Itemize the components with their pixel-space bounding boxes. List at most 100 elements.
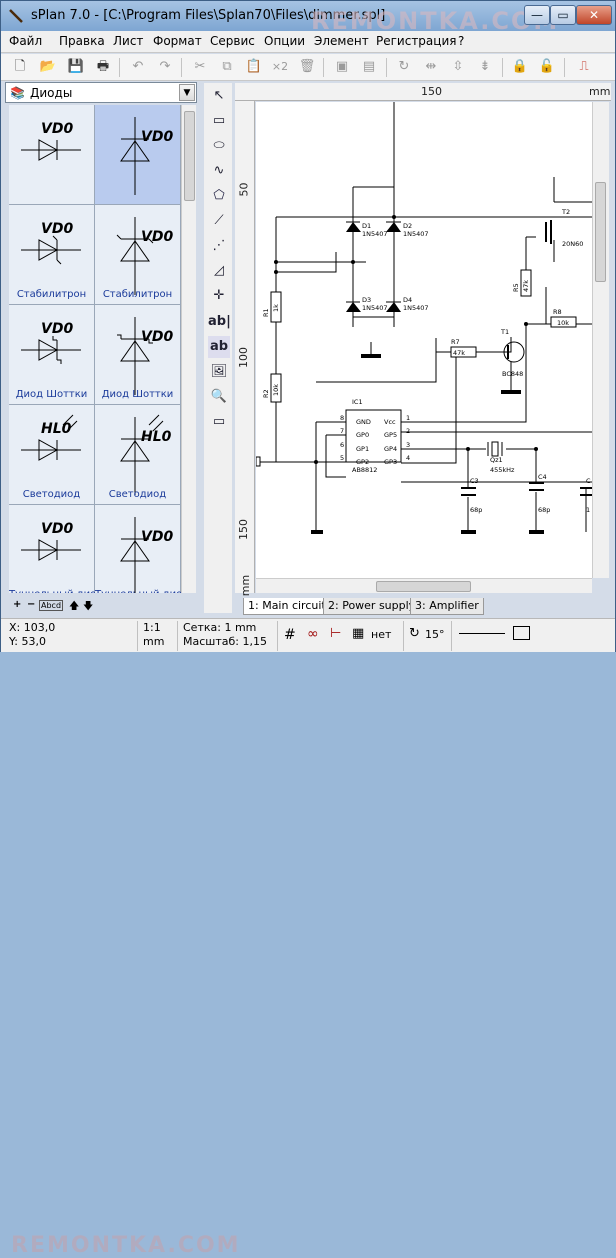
library-item[interactable]: VD0 [9, 105, 95, 205]
net-icon[interactable]: ⎍ [575, 58, 593, 76]
d3-value: 1N5407 [362, 304, 388, 312]
copy-icon[interactable]: ⧉ [218, 58, 236, 76]
library-item[interactable]: VD0 Туннельный диод [9, 505, 103, 593]
paste-icon[interactable]: 📋 [245, 58, 263, 76]
lock-icon[interactable]: 🔒 [511, 58, 529, 76]
canvas-vscrollbar[interactable] [592, 102, 609, 578]
menu-service[interactable]: Сервис [210, 34, 255, 48]
ic-pin-number: 4 [406, 454, 410, 462]
line-style-icon[interactable] [459, 633, 505, 634]
magnet-icon[interactable]: ∞ [307, 626, 319, 642]
move-down-icon[interactable]: 🡇 [83, 599, 93, 616]
duplicate-icon[interactable]: ×2 [271, 58, 289, 76]
grid-icon[interactable]: # [284, 627, 296, 643]
pointer-icon[interactable]: ↖ [208, 85, 230, 107]
library-item[interactable]: HL0 Светодиод [9, 405, 95, 505]
tab-amplifier[interactable]: 3: Amplifier [410, 598, 484, 615]
polyline-icon[interactable]: ⟋ [208, 210, 230, 232]
d4-value: 1N5407 [403, 304, 429, 312]
snap-label[interactable]: нет [371, 628, 391, 641]
library-item-label: Диод Шоттки [101, 389, 174, 400]
ungroup-icon[interactable]: ▤ [360, 58, 378, 76]
print-icon[interactable]: 🖶 [94, 58, 112, 76]
r1-label: R1 [262, 308, 270, 317]
watermark: REMONTKA.COM [11, 1233, 241, 1258]
library-select[interactable]: 📚 Диоды ▼ [5, 82, 197, 103]
redo-icon[interactable]: ↷ [156, 58, 174, 76]
snap-icon[interactable]: ⊢ [330, 626, 341, 641]
zoom-icon[interactable]: 🔍 [208, 386, 230, 408]
d2-label: D2 [403, 222, 412, 230]
minimize-button[interactable]: — [524, 5, 550, 25]
rotate-icon[interactable]: ↻ [395, 58, 413, 76]
image-icon[interactable]: 🖼 [208, 361, 230, 383]
fill-style-icon[interactable] [513, 626, 530, 640]
library-item-label: Светодиод [22, 489, 81, 500]
menu-element[interactable]: Элемент [314, 34, 369, 48]
c5-label: C [586, 477, 591, 485]
menu-options[interactable]: Опции [264, 34, 305, 48]
line-icon[interactable]: ⋰ [208, 235, 230, 257]
textbox-icon[interactable]: ab [208, 336, 230, 358]
ellipse-icon[interactable]: ⬭ [208, 135, 230, 157]
mirror-v-icon[interactable]: ⇳ [449, 58, 467, 76]
rename-icon[interactable]: Abcd [39, 600, 64, 611]
polygon-icon[interactable]: ⬠ [208, 185, 230, 207]
align-icon[interactable]: ⇟ [476, 58, 494, 76]
schematic-canvas[interactable]: D1 1N5407 D2 1N5407 D3 1N5407 D4 1N5407 … [256, 102, 592, 578]
canvas-hscrollbar[interactable] [256, 578, 592, 593]
bezier-icon[interactable]: ∿ [208, 160, 230, 182]
ic-pin-number: 6 [340, 441, 344, 449]
ruler-icon[interactable]: ▭ [208, 411, 230, 433]
menu-sheet[interactable]: Лист [113, 34, 143, 48]
t2-label: T2 [561, 208, 570, 216]
snap-grid-icon[interactable]: ▦ [352, 626, 364, 641]
remove-icon[interactable]: − [27, 599, 35, 610]
library-selected: Диоды [30, 86, 73, 100]
cut-icon[interactable]: ✂ [191, 58, 209, 76]
library-item[interactable]: VD0 [95, 105, 181, 205]
mirror-h-icon[interactable]: ⇹ [422, 58, 440, 76]
ic-pin-number: 7 [340, 427, 344, 435]
delete-icon[interactable]: 🗑 [298, 58, 316, 76]
symbol-text: HL0 [41, 421, 72, 437]
library-item[interactable]: HL0 Светодиод [95, 405, 181, 505]
sheet-tabs: 1: Main circuit 2: Power supply 3: Ampli… [235, 598, 611, 616]
rectangle-icon[interactable]: ▭ [208, 110, 230, 132]
close-button[interactable]: ✕ [576, 5, 612, 25]
library-item[interactable]: VD0 Стабилитрон [95, 205, 181, 305]
library-item[interactable]: VD0 Туннельный диод [95, 505, 181, 593]
new-file-icon[interactable]: 🗋 [11, 58, 29, 76]
undo-icon[interactable]: ↶ [129, 58, 147, 76]
ruler-left: 50 100 150 mm [235, 101, 255, 596]
coord-x: X: 103,0 [9, 621, 56, 634]
angle-icon[interactable]: ↻ [409, 626, 420, 641]
library-item[interactable]: VD0 Диод Шоттки [95, 305, 181, 405]
unlock-icon[interactable]: 🔓 [538, 58, 556, 76]
open-folder-icon[interactable]: 📂 [39, 58, 57, 76]
library-item[interactable]: VD0 Диод Шоттки [9, 305, 95, 405]
add-icon[interactable]: + [13, 599, 21, 610]
move-up-icon[interactable]: 🡅 [69, 599, 79, 616]
menu-edit[interactable]: Правка [59, 34, 105, 48]
menu-registration[interactable]: Регистрация [376, 34, 456, 48]
menu-file[interactable]: Файл [9, 34, 42, 48]
text-icon[interactable]: ab| [208, 311, 231, 333]
tool-palette: ↖ ▭ ⬭ ∿ ⬠ ⟋ ⋰ ◿ ✛ ab| ab 🖼 🔍 ▭ [204, 83, 232, 613]
menu-help[interactable]: ? [458, 34, 464, 48]
ic-pin: GP5 [384, 431, 397, 439]
chevron-down-icon[interactable]: ▼ [179, 84, 195, 101]
junction-icon[interactable]: ✛ [208, 285, 230, 307]
ruler-left-100: 100 [237, 347, 250, 368]
tab-main-circuit[interactable]: 1: Main circuit [243, 598, 331, 615]
angle-label[interactable]: 15° [425, 628, 445, 641]
group-icon[interactable]: ▣ [333, 58, 351, 76]
maximize-button[interactable]: ▭ [550, 5, 576, 25]
library-item[interactable]: VD0 Стабилитрон [9, 205, 95, 305]
library-scrollbar[interactable] [181, 105, 196, 593]
symbol-text: HL0 [141, 429, 172, 445]
tab-power-supply[interactable]: 2: Power supply [323, 598, 421, 615]
menu-format[interactable]: Формат [153, 34, 202, 48]
measure-icon[interactable]: ◿ [208, 260, 230, 282]
save-icon[interactable]: 💾 [67, 58, 85, 76]
